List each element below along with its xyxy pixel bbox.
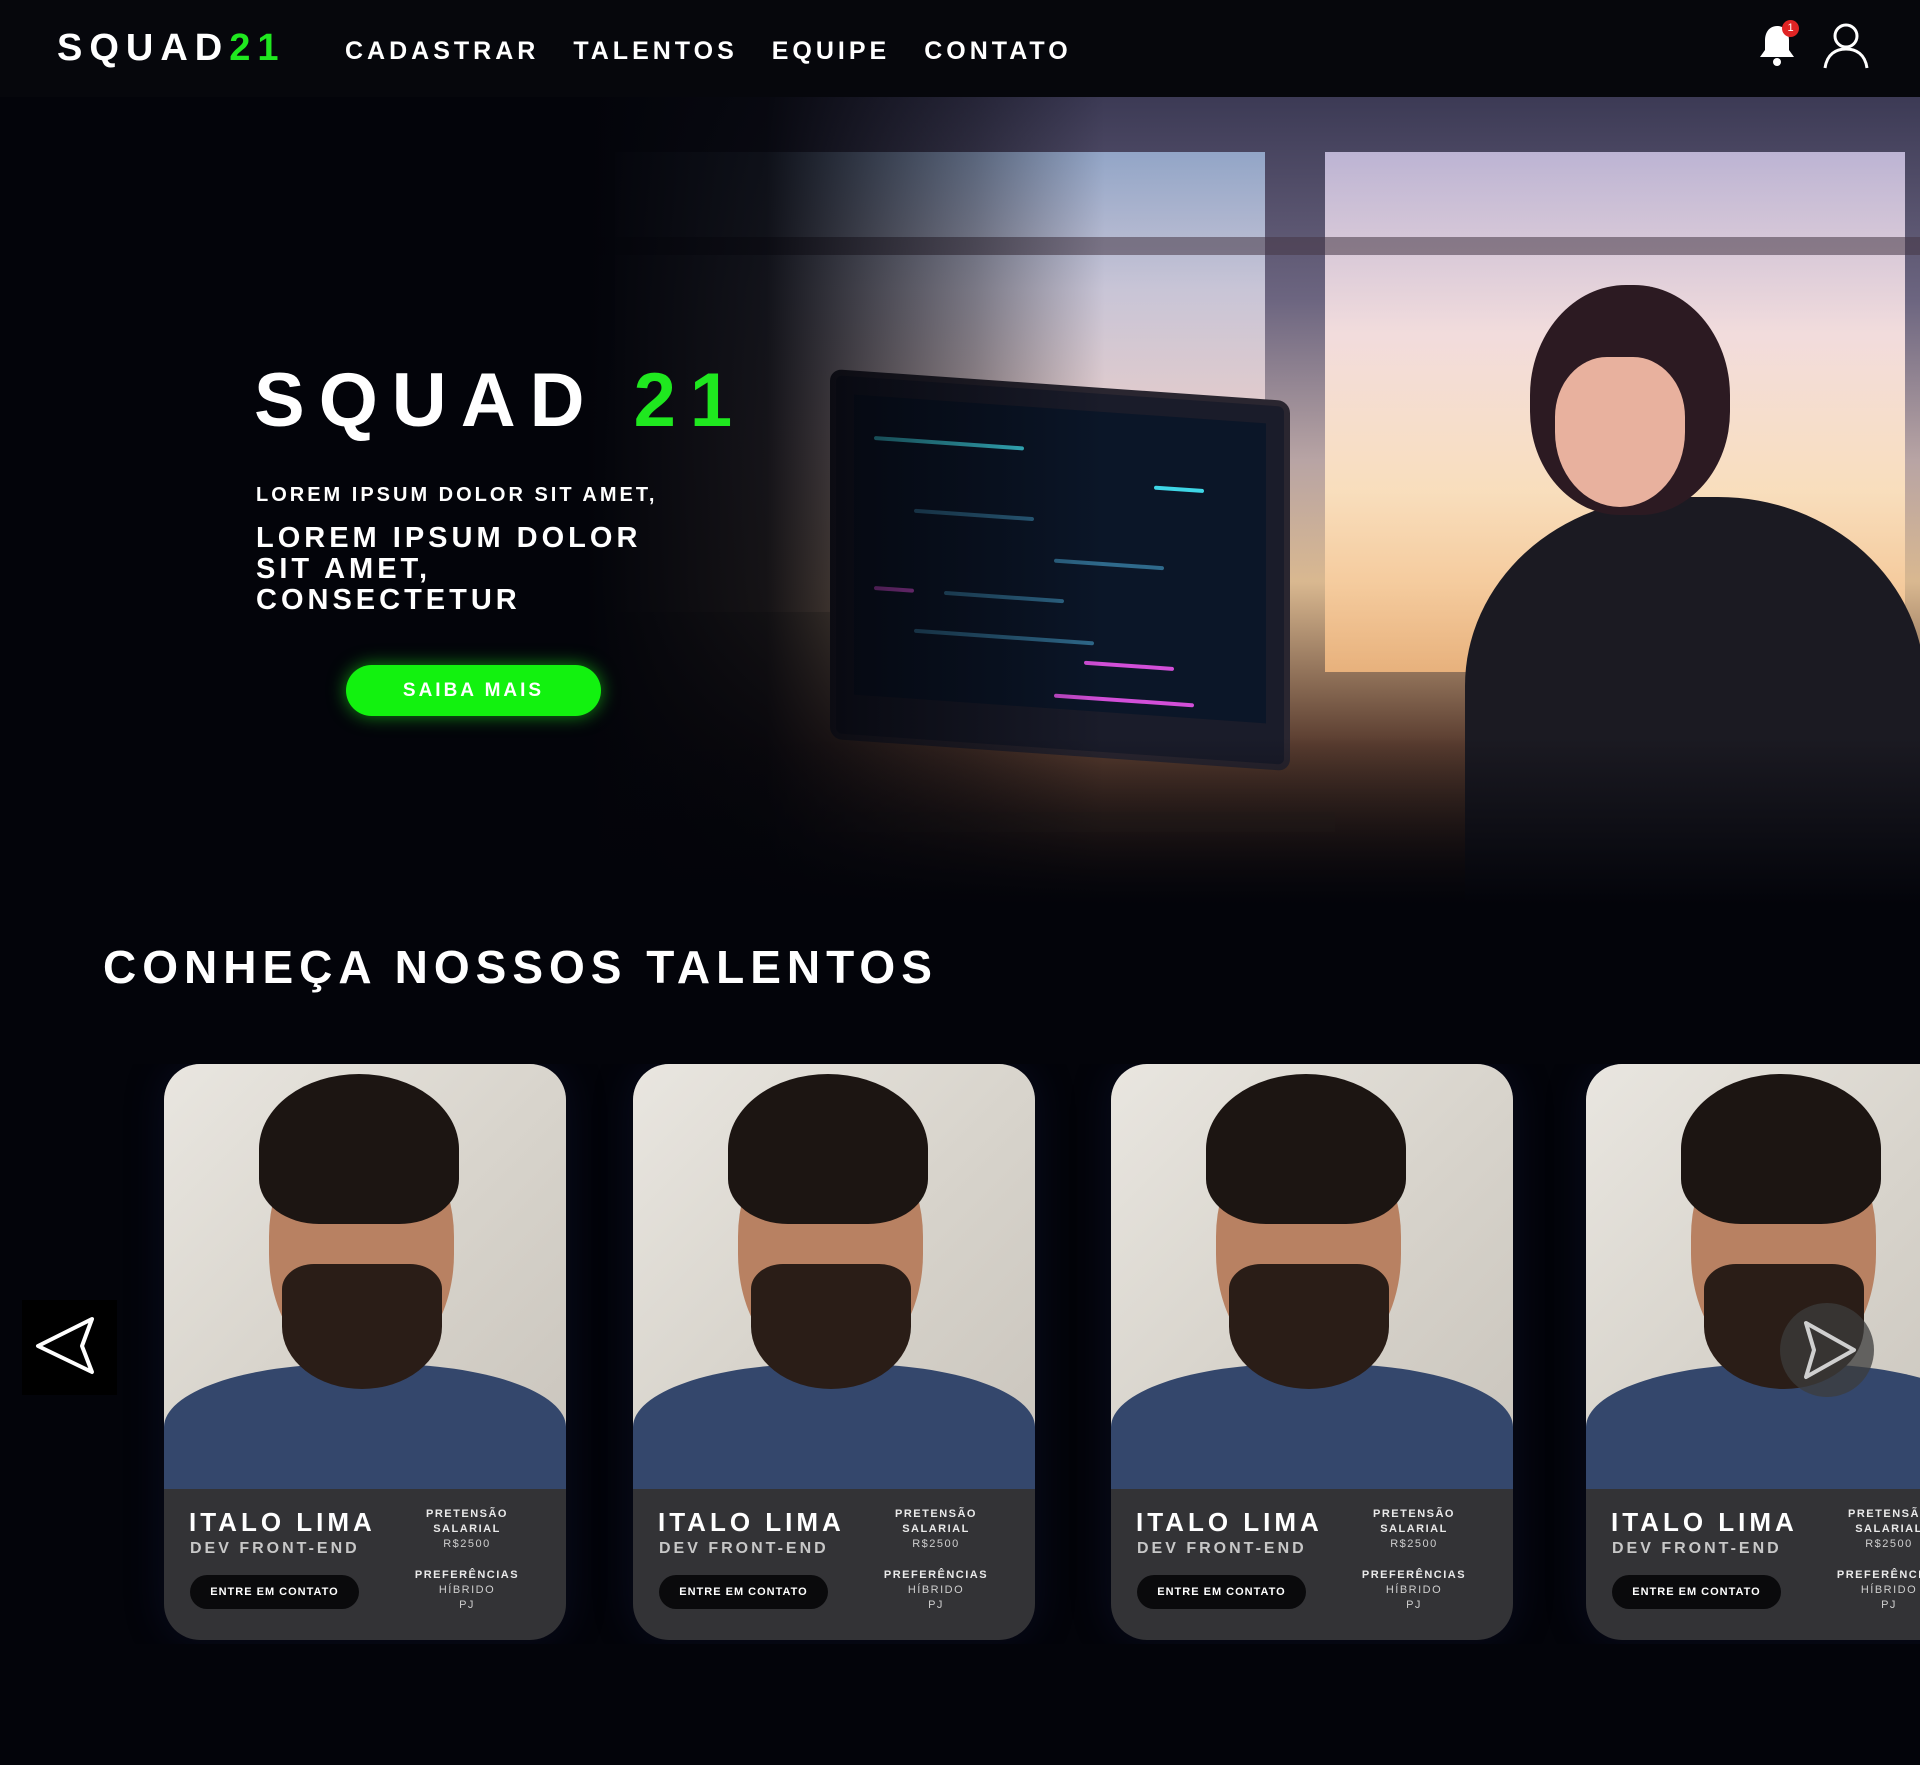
- contact-button[interactable]: ENTRE EM CONTATO: [190, 1575, 359, 1609]
- talent-name: ITALO LIMA: [658, 1507, 845, 1537]
- preferences-label: PREFERÊNCIAS: [414, 1569, 520, 1581]
- contact-button[interactable]: ENTRE EM CONTATO: [1137, 1575, 1306, 1609]
- photo-hair: [259, 1074, 459, 1224]
- nav-item-talentos[interactable]: TALENTOS: [573, 37, 737, 66]
- arrow-left-icon: [36, 1317, 94, 1374]
- carousel-next-button[interactable]: [1780, 1303, 1874, 1397]
- hero-title: SQUAD 21: [254, 357, 746, 444]
- talent-role: DEV FRONT-END: [1612, 1540, 1782, 1557]
- contact-button[interactable]: ENTRE EM CONTATO: [659, 1575, 828, 1609]
- photo-beard: [751, 1264, 911, 1389]
- photo-beard: [282, 1264, 442, 1389]
- talent-info: PRETENSÃO SALARIAL R$2500 PREFERÊNCIAS H…: [1339, 1507, 1489, 1613]
- salary-label: PRETENSÃO SALARIAL: [426, 1508, 508, 1535]
- character-face: [1555, 357, 1685, 507]
- salary-value: R$2500: [1390, 1538, 1438, 1550]
- preference-mode: HÍBRIDO: [1385, 1584, 1443, 1596]
- talent-card: ITALO LIMA DEV FRONT-END ENTRE EM CONTAT…: [164, 1064, 566, 1640]
- talent-photo: [164, 1064, 566, 1489]
- preference-contract: PJ: [928, 1599, 944, 1611]
- preference-contract: PJ: [459, 1599, 475, 1611]
- salary-label: PRETENSÃO SALARIAL: [1848, 1508, 1920, 1535]
- user-icon[interactable]: [1822, 20, 1870, 70]
- talent-info: PRETENSÃO SALARIAL R$2500 PREFERÊNCIAS H…: [1814, 1507, 1920, 1613]
- hero-illustration: [585, 97, 1920, 905]
- talent-photo: [1586, 1064, 1920, 1489]
- photo-beard: [1229, 1264, 1389, 1389]
- talent-photo: [633, 1064, 1035, 1489]
- talent-card: ITALO LIMA DEV FRONT-END ENTRE EM CONTAT…: [1111, 1064, 1513, 1640]
- nav-item-equipe[interactable]: EQUIPE: [772, 37, 890, 66]
- salary-value: R$2500: [1865, 1538, 1913, 1550]
- preference-contract: PJ: [1406, 1599, 1422, 1611]
- preference-mode: HÍBRIDO: [907, 1584, 965, 1596]
- nav-item-cadastrar[interactable]: CADASTRAR: [345, 37, 539, 66]
- preference-mode: HÍBRIDO: [1860, 1584, 1918, 1596]
- code-line: [1154, 485, 1204, 494]
- talent-role: DEV FRONT-END: [659, 1540, 829, 1557]
- talent-photo: [1111, 1064, 1513, 1489]
- hero-title-green: 21: [633, 358, 747, 443]
- preferences-label: PREFERÊNCIAS: [883, 1569, 989, 1581]
- salary-label: PRETENSÃO SALARIAL: [895, 1508, 977, 1535]
- talent-role: DEV FRONT-END: [190, 1540, 360, 1557]
- arrow-right-icon: [1804, 1321, 1856, 1379]
- brand-logo[interactable]: SQUAD21: [57, 27, 286, 70]
- talent-info: PRETENSÃO SALARIAL R$2500 PREFERÊNCIAS H…: [861, 1507, 1011, 1613]
- photo-hair: [1206, 1074, 1406, 1224]
- talent-info: PRETENSÃO SALARIAL R$2500 PREFERÊNCIAS H…: [392, 1507, 542, 1613]
- saiba-mais-button[interactable]: SAIBA MAIS: [346, 665, 601, 716]
- carousel-prev-button[interactable]: [22, 1300, 117, 1395]
- salary-label: PRETENSÃO SALARIAL: [1373, 1508, 1455, 1535]
- contact-button[interactable]: ENTRE EM CONTATO: [1612, 1575, 1781, 1609]
- photo-hair: [1681, 1074, 1881, 1224]
- preferences-label: PREFERÊNCIAS: [1836, 1569, 1920, 1581]
- hero-fade-bottom: [585, 737, 1920, 905]
- preferences-label: PREFERÊNCIAS: [1361, 1569, 1467, 1581]
- preference-contract: PJ: [1881, 1599, 1897, 1611]
- preference-mode: HÍBRIDO: [438, 1584, 496, 1596]
- talent-name: ITALO LIMA: [1136, 1507, 1323, 1537]
- brand-name-green: 21: [229, 27, 286, 69]
- talent-name: ITALO LIMA: [1611, 1507, 1798, 1537]
- brand-name-white: SQUAD: [57, 27, 230, 69]
- top-navbar: SQUAD21 CADASTRAR TALENTOS EQUIPE CONTAT…: [0, 0, 1920, 97]
- talent-card: ITALO LIMA DEV FRONT-END ENTRE EM CONTAT…: [633, 1064, 1035, 1640]
- talent-name: ITALO LIMA: [189, 1507, 376, 1537]
- hero-description: LOREM IPSUM DOLOR SIT AMET, CONSECTETUR: [256, 522, 642, 616]
- notification-badge: 1: [1782, 20, 1799, 37]
- hero-subtitle: LOREM IPSUM DOLOR SIT AMET,: [256, 484, 658, 506]
- talent-carousel: ITALO LIMA DEV FRONT-END ENTRE EM CONTAT…: [0, 1064, 1920, 1644]
- photo-hair: [728, 1074, 928, 1224]
- hero-title-white: SQUAD: [254, 358, 599, 443]
- talent-role: DEV FRONT-END: [1137, 1540, 1307, 1557]
- salary-value: R$2500: [912, 1538, 960, 1550]
- salary-value: R$2500: [443, 1538, 491, 1550]
- section-title: CONHEÇA NOSSOS TALENTOS: [103, 941, 938, 993]
- nav-item-contato[interactable]: CONTATO: [924, 37, 1071, 66]
- main-menu: CADASTRAR TALENTOS EQUIPE CONTATO: [345, 37, 1106, 66]
